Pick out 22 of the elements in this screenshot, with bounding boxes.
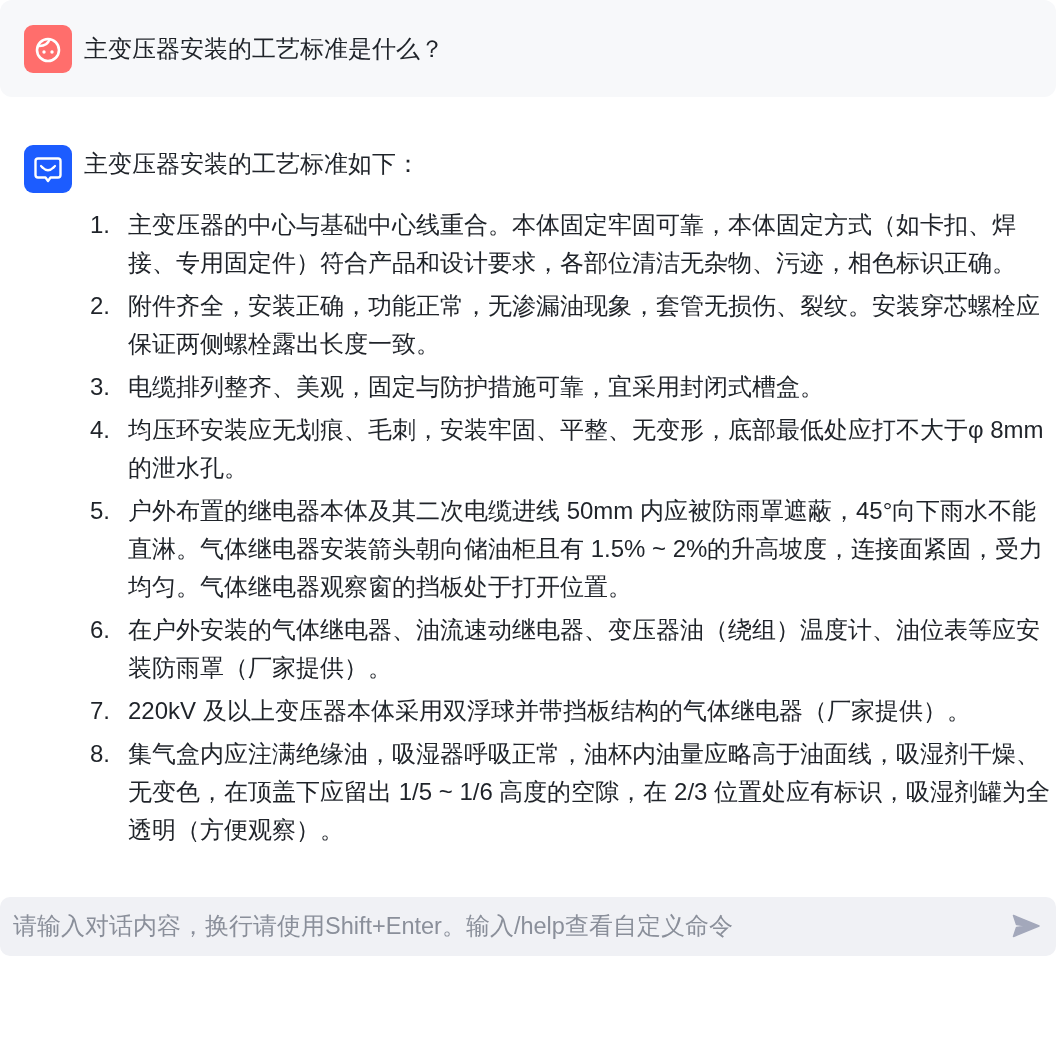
list-item-text: 主变压器的中心与基础中心线重合。本体固定牢固可靠，本体固定方式（如卡扣、焊接、专用固定件）符合产品和设计要求，各部位清洁无杂物、污迹，相色标识正确。 <box>128 210 1017 278</box>
list-number: 8. <box>90 740 110 767</box>
list-number: 5. <box>90 497 110 524</box>
list-number: 2. <box>90 292 110 319</box>
list-item-text: 220kV 及以上变压器本体采用双浮球并带挡板结构的气体继电器（厂家提供）。 <box>128 696 972 726</box>
list-number: 6. <box>90 616 110 643</box>
list-item-text: 在户外安装的气体继电器、油流速动继电器、变压器油（绕组）温度计、油位表等应安装防雨罩（厂家提供）。 <box>128 615 1041 683</box>
send-icon[interactable] <box>1012 914 1040 938</box>
list-item-text: 电缆排列整齐、美观，固定与防护措施可靠，宜采用封闭式槽盒。 <box>128 372 825 402</box>
chat-bubble-icon <box>24 145 72 193</box>
list-number: 1. <box>90 211 110 238</box>
list-number: 4. <box>90 416 110 443</box>
list-number: 7. <box>90 697 110 724</box>
face-icon <box>24 25 72 73</box>
list-number: 3. <box>90 373 110 400</box>
list-item-text: 均压环安装应无划痕、毛刺，安装牢固、平整、无变形，底部最低处应打不大于φ 8mm的泄水孔。 <box>128 415 1045 483</box>
message-input[interactable]: 请输入对话内容，换行请使用Shift+Enter。输入/help查看自定义命令 <box>0 897 1056 956</box>
list-item-text: 户外布置的继电器本体及其二次电缆进线 50mm 内应被防雨罩遮蔽，45°向下雨水不能直淋。气体继电器安装箭头朝向储油柜且有 1.5% ~ 2%的升高坡度，连接面紧固，受力均匀。气体继电器观察窗的挡板处于打开位置。 <box>128 496 1045 602</box>
list-item-text: 附件齐全，安装正确，功能正常，无渗漏油现象，套管无损伤、裂纹。安装穿芯螺栓应保证两侧螺栓露出长度一致。 <box>128 291 1041 359</box>
answer-intro: 主变压器安装的工艺标准如下： <box>84 149 421 179</box>
question-text: 主变压器安装的工艺标准是什么？ <box>84 34 444 64</box>
list-item-text: 集气盒内应注满绝缘油，吸湿器呼吸正常，油杯内油量应略高于油面线，吸湿剂干燥、无变色，在顶盖下应留出 1/5 ~ 1/6 高度的空隙，在 2/3 位置处应有标识，吸湿剂罐为全透明（方便观察）。 <box>128 739 1052 845</box>
